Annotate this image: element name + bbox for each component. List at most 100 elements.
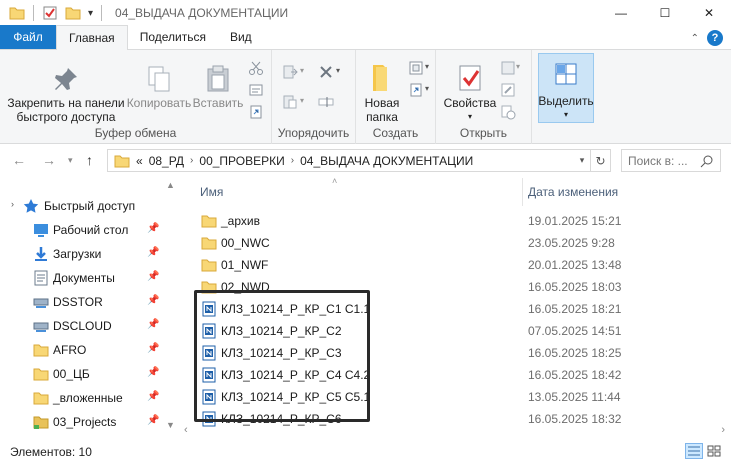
column-divider[interactable] — [522, 178, 523, 206]
recent-locations-icon[interactable]: ▾ — [68, 155, 73, 166]
file-row[interactable]: 00_NWC 23.05.2025 9:28 — [194, 232, 724, 254]
sort-ascending-icon: ˄ — [332, 176, 338, 186]
minimize-button[interactable]: — — [599, 0, 643, 26]
move-to-icon[interactable] — [282, 64, 298, 80]
forward-icon[interactable]: → — [42, 152, 56, 168]
properties-dropdown-icon[interactable]: ▾ — [468, 110, 472, 124]
file-row[interactable]: КЛЗ_10214_Р_КР_С2 07.05.2025 14:51 — [194, 320, 724, 342]
tab-home[interactable]: Главная — [56, 25, 128, 50]
file-row[interactable]: КЛЗ_10214_Р_КР_С5 С5.1 13.05.2025 11:44 — [194, 386, 724, 408]
address-dropdown-icon[interactable]: ▾ — [574, 155, 590, 166]
collapse-ribbon-icon[interactable]: ⌃ — [691, 33, 699, 44]
tab-share[interactable]: Поделиться — [128, 25, 218, 49]
scroll-down-icon[interactable]: ▼ — [166, 420, 175, 430]
rename-icon[interactable] — [318, 94, 334, 110]
copy-to-dropdown-icon[interactable]: ▾ — [300, 96, 304, 105]
back-icon[interactable]: ← — [12, 152, 26, 168]
file-row[interactable]: КЛЗ_10214_Р_КР_С3 16.05.2025 18:25 — [194, 342, 724, 364]
chevron-right-icon[interactable]: › — [291, 155, 294, 166]
nav-item-dsstor[interactable]: DSSTOR 📌 — [0, 290, 170, 314]
nav-item-desktop[interactable]: Рабочий стол 📌 — [0, 218, 170, 242]
up-icon[interactable]: ↑ — [86, 152, 93, 168]
pin-icon[interactable]: 📌 — [147, 223, 159, 234]
file-row[interactable]: _архив 19.01.2025 15:21 — [194, 210, 724, 232]
new-folder-button[interactable]: Новая папка — [360, 60, 404, 124]
pin-icon[interactable]: 📌 — [147, 271, 159, 282]
pin-icon[interactable]: 📌 — [147, 367, 159, 378]
refresh-icon[interactable]: ↻ — [590, 150, 610, 171]
paste-shortcut-icon[interactable] — [248, 104, 264, 120]
column-header-name[interactable]: Имя — [200, 178, 223, 206]
delete-dropdown-icon[interactable]: ▾ — [336, 66, 340, 75]
details-view-button[interactable] — [685, 443, 703, 459]
copy-button[interactable]: Копировать — [126, 62, 192, 110]
open-icon[interactable] — [500, 60, 516, 76]
nav-item-afro[interactable]: AFRO 📌 — [0, 338, 170, 362]
nav-item-downloads[interactable]: Загрузки 📌 — [0, 242, 170, 266]
nav-pane-scrollbar[interactable]: ▲ ▼ — [163, 178, 178, 436]
large-icons-view-button[interactable] — [705, 443, 723, 459]
scroll-up-icon[interactable]: ▲ — [166, 180, 175, 190]
tab-file[interactable]: Файл — [0, 25, 56, 49]
help-icon[interactable]: ? — [707, 30, 723, 46]
easy-access-dropdown-icon[interactable]: ▾ — [425, 84, 429, 93]
copy-to-icon[interactable] — [282, 94, 298, 110]
nav-item-documents[interactable]: Документы 📌 — [0, 266, 170, 290]
new-item-icon[interactable] — [408, 60, 424, 76]
history-icon[interactable] — [500, 104, 516, 120]
navisworks-file-icon — [202, 389, 216, 405]
nav-item-03-projects[interactable]: 03_Projects 📌 — [0, 410, 170, 434]
pin-to-quick-access-button[interactable]: Закрепить на панели быстрого доступа — [6, 62, 126, 124]
file-row[interactable]: КЛЗ_10214_Р_КР_С1 С1.1 16.05.2025 18:21 — [194, 298, 724, 320]
close-button[interactable]: ✕ — [687, 0, 731, 26]
breadcrumb-04-vydacha[interactable]: 04_ВЫДАЧА ДОКУМЕНТАЦИИ — [300, 154, 473, 168]
chevron-down-icon[interactable]: › — [11, 199, 14, 209]
search-placeholder: Поиск в: ... — [628, 153, 688, 168]
properties-icon[interactable] — [42, 5, 58, 21]
nav-item-00-cb[interactable]: 00_ЦБ 📌 — [0, 362, 170, 386]
new-item-dropdown-icon[interactable]: ▾ — [425, 62, 429, 71]
delete-icon[interactable] — [318, 64, 334, 80]
properties-label: Свойства — [443, 96, 497, 110]
chevron-right-icon[interactable]: › — [190, 155, 193, 166]
address-prefix[interactable]: « — [136, 154, 143, 168]
copy-path-icon[interactable] — [248, 82, 264, 98]
move-to-dropdown-icon[interactable]: ▾ — [300, 66, 304, 75]
edit-icon[interactable] — [500, 82, 516, 98]
nav-item-vlozhennye[interactable]: _вложенные 📌 — [0, 386, 170, 410]
cut-icon[interactable] — [248, 60, 264, 76]
nav-quick-access[interactable]: › Быстрый доступ — [0, 194, 170, 218]
pin-icon[interactable]: 📌 — [147, 415, 159, 426]
new-folder-icon[interactable] — [65, 5, 81, 21]
tab-view[interactable]: Вид — [218, 25, 264, 49]
maximize-button[interactable]: ☐ — [643, 0, 687, 26]
file-row[interactable]: КЛЗ_10214_Р_КР_С4 С4.2 16.05.2025 18:42 — [194, 364, 724, 386]
breadcrumb-08-rd[interactable]: 08_РД — [149, 154, 184, 168]
select-dropdown-icon[interactable]: ▾ — [564, 108, 568, 122]
scroll-left-icon[interactable]: ‹ — [184, 424, 188, 436]
search-box[interactable]: Поиск в: ... — [621, 149, 721, 172]
column-header-date[interactable]: Дата изменения — [528, 178, 618, 206]
address-bar[interactable]: « 08_РД › 00_ПРОВЕРКИ › 04_ВЫДАЧА ДОКУМЕ… — [107, 149, 611, 172]
file-name: КЛЗ_10214_Р_КР_С4 С4.2 — [221, 368, 371, 382]
easy-access-icon[interactable] — [408, 82, 424, 98]
file-row[interactable]: 01_NWF 20.01.2025 13:48 — [194, 254, 724, 276]
file-row[interactable]: 02_NWD 16.05.2025 18:03 — [194, 276, 724, 298]
paste-button[interactable]: Вставить — [190, 62, 246, 110]
pin-icon[interactable]: 📌 — [147, 319, 159, 330]
properties-button[interactable]: Свойства ▾ — [442, 60, 498, 124]
customize-quick-access-icon[interactable]: ▾ — [88, 8, 93, 19]
pin-icon[interactable]: 📌 — [147, 295, 159, 306]
nav-item-dscloud[interactable]: DSCLOUD 📌 — [0, 314, 170, 338]
pin-icon[interactable]: 📌 — [147, 343, 159, 354]
create-group-label: Создать — [372, 126, 419, 140]
pin-icon[interactable]: 📌 — [147, 391, 159, 402]
file-date: 20.01.2025 13:48 — [528, 258, 622, 272]
horizontal-scrollbar[interactable]: ‹ › — [178, 424, 731, 438]
breadcrumb-00-proverki[interactable]: 00_ПРОВЕРКИ — [199, 154, 284, 168]
select-button[interactable]: Выделить ▾ — [538, 53, 594, 123]
scroll-right-icon[interactable]: › — [721, 424, 725, 436]
file-date: 19.01.2025 15:21 — [528, 214, 622, 228]
open-dropdown-icon[interactable]: ▾ — [516, 62, 520, 71]
pin-icon[interactable]: 📌 — [147, 247, 159, 258]
